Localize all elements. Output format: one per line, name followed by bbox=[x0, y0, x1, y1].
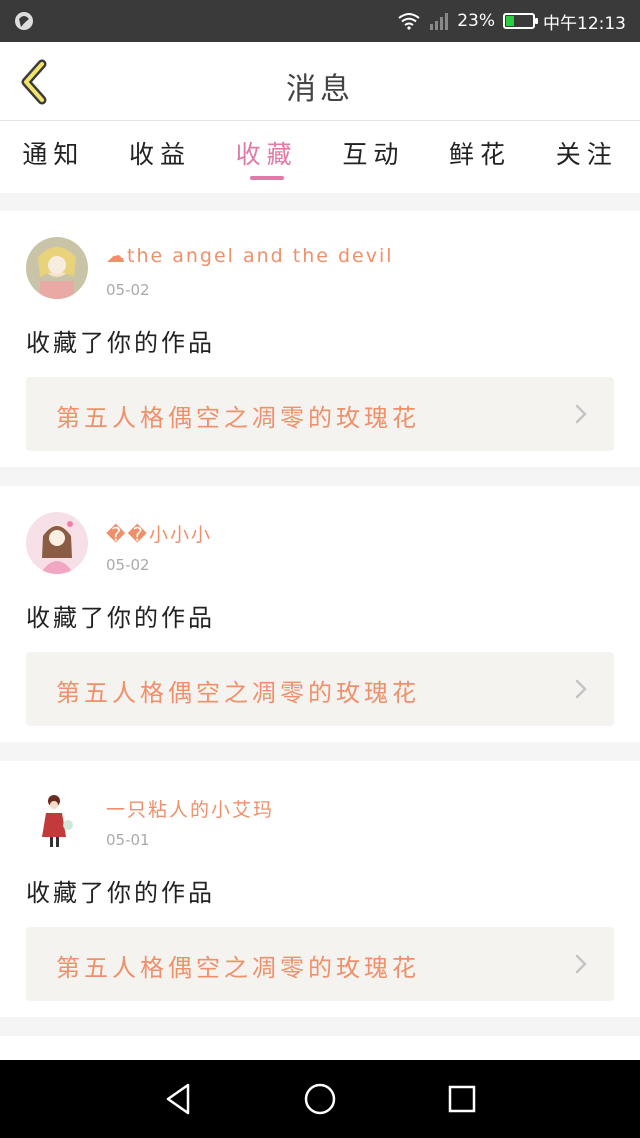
message-date: 05-02 bbox=[106, 556, 150, 574]
page-title: 消息 bbox=[286, 72, 354, 107]
tab-label: 鲜花 bbox=[449, 140, 512, 169]
avatar[interactable] bbox=[26, 787, 88, 849]
message-card: 一只粘人的小艾玛 05-01 收藏了你的作品 第五人格偶空之凋零的玫瑰花 bbox=[0, 761, 640, 1017]
action-text: 收藏了你的作品 bbox=[26, 329, 215, 357]
signal-icon bbox=[430, 13, 449, 30]
avatar[interactable] bbox=[26, 512, 88, 574]
status-bar: 23% 中午12:13 bbox=[0, 0, 640, 42]
nav-recents-button[interactable] bbox=[442, 1079, 482, 1119]
tab-label: 通知 bbox=[22, 140, 85, 169]
active-tab-indicator bbox=[249, 176, 284, 180]
header: 消息 bbox=[0, 42, 640, 121]
battery-percent: 23% bbox=[457, 11, 495, 31]
tab-favorites[interactable]: 收藏 bbox=[213, 121, 320, 193]
work-link[interactable]: 第五人格偶空之凋零的玫瑰花 bbox=[26, 652, 614, 726]
nav-back-button[interactable] bbox=[158, 1079, 198, 1119]
chevron-right-icon bbox=[575, 404, 587, 424]
work-link[interactable]: 第五人格偶空之凋零的玫瑰花 bbox=[26, 377, 614, 451]
tab-follows[interactable]: 关注 bbox=[533, 121, 640, 193]
action-text: 收藏了你的作品 bbox=[26, 879, 215, 907]
work-link[interactable]: 第五人格偶空之凋零的玫瑰花 bbox=[26, 927, 614, 1001]
home-circle-icon bbox=[304, 1083, 336, 1115]
username[interactable]: ☁the angel and the devil bbox=[106, 245, 394, 267]
tab-interactions[interactable]: 互动 bbox=[320, 121, 427, 193]
tab-flowers[interactable]: 鲜花 bbox=[427, 121, 534, 193]
work-title: 第五人格偶空之凋零的玫瑰花 bbox=[56, 679, 420, 707]
tab-label: 关注 bbox=[555, 140, 618, 169]
tab-label: 收益 bbox=[129, 140, 192, 169]
battery-icon bbox=[503, 13, 538, 29]
recents-square-icon bbox=[448, 1085, 476, 1113]
wifi-icon bbox=[398, 13, 420, 30]
message-card: ��小小小 05-02 收藏了你的作品 第五人格偶空之凋零的玫瑰花 bbox=[0, 486, 640, 742]
chevron-right-icon bbox=[575, 679, 587, 699]
tab-notifications[interactable]: 通知 bbox=[0, 121, 107, 193]
chevron-right-icon bbox=[575, 954, 587, 974]
clock: 中午12:13 bbox=[543, 13, 626, 34]
message-date: 05-02 bbox=[106, 281, 150, 299]
tab-label: 收藏 bbox=[235, 140, 298, 169]
message-card: ☁the angel and the devil 05-02 收藏了你的作品 第… bbox=[0, 211, 640, 467]
action-text: 收藏了你的作品 bbox=[26, 604, 215, 632]
back-triangle-icon bbox=[166, 1083, 190, 1115]
system-nav-bar bbox=[0, 1060, 640, 1138]
username[interactable]: ��小小小 bbox=[106, 520, 212, 547]
work-title: 第五人格偶空之凋零的玫瑰花 bbox=[56, 954, 420, 982]
notification-icon bbox=[15, 12, 33, 30]
tab-earnings[interactable]: 收益 bbox=[107, 121, 214, 193]
message-date: 05-01 bbox=[106, 831, 150, 849]
work-title: 第五人格偶空之凋零的玫瑰花 bbox=[56, 404, 420, 432]
avatar[interactable] bbox=[26, 237, 88, 299]
message-card bbox=[0, 1036, 640, 1060]
tab-label: 互动 bbox=[342, 140, 405, 169]
nav-home-button[interactable] bbox=[300, 1079, 340, 1119]
tab-bar: 通知 收益 收藏 互动 鲜花 关注 bbox=[0, 121, 640, 193]
username[interactable]: 一只粘人的小艾玛 bbox=[106, 795, 274, 822]
